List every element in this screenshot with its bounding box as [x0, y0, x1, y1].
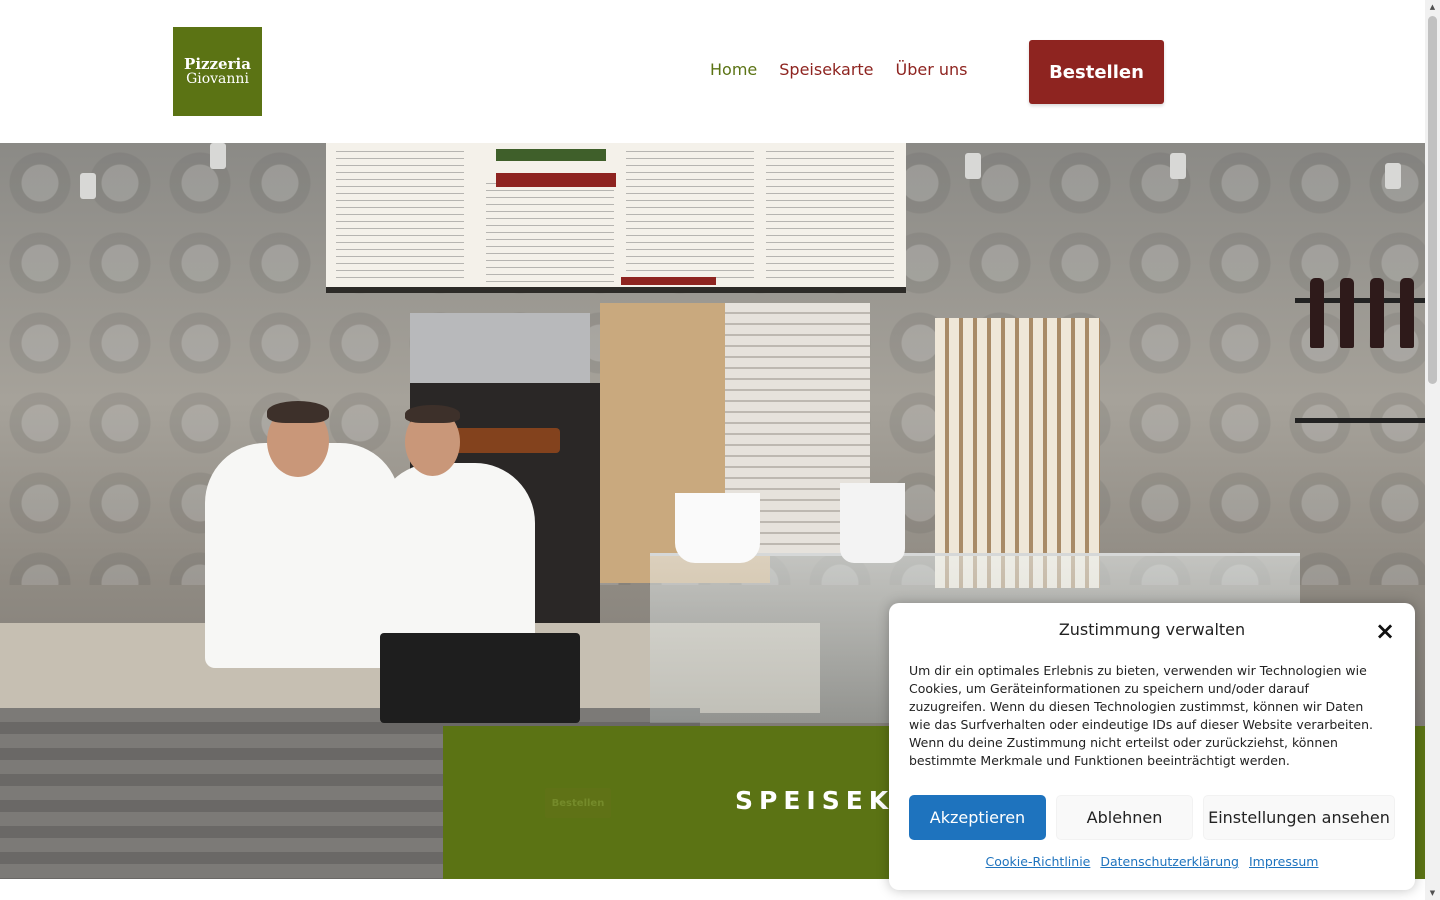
nav-ueber-uns[interactable]: Über uns: [896, 60, 968, 79]
imprint-link[interactable]: Impressum: [1249, 854, 1318, 869]
plate-stack: [675, 493, 760, 563]
spot-lamp: [80, 173, 96, 199]
main-navigation: Home Speisekarte Über uns: [710, 60, 968, 79]
wine-bottle: [1370, 278, 1384, 348]
menu-board-tag: [496, 173, 616, 187]
consent-links: Cookie-Richtlinie Datenschutzerklärung I…: [889, 854, 1415, 869]
consent-title: Zustimmung verwalten: [1058, 620, 1246, 639]
wine-bottle: [1310, 278, 1324, 348]
cookie-consent-dialog: Zustimmung verwalten × Um dir ein optima…: [889, 603, 1415, 890]
accept-button[interactable]: Akzeptieren: [909, 795, 1046, 840]
logo-text-line1: Pizzeria: [184, 55, 251, 73]
site-header: Pizzeria Giovanni Home Speisekarte Über …: [0, 0, 1425, 143]
spot-lamp: [965, 153, 981, 179]
privacy-policy-link[interactable]: Datenschutzerklärung: [1100, 854, 1239, 869]
menu-board-tag: [621, 277, 716, 285]
logo-text-line2: Giovanni: [186, 71, 249, 87]
nav-speisekarte[interactable]: Speisekarte: [779, 60, 873, 79]
scroll-up-arrow-icon[interactable]: ▲: [1425, 0, 1440, 14]
cookie-policy-link[interactable]: Cookie-Richtlinie: [986, 854, 1091, 869]
scroll-down-arrow-icon[interactable]: ▼: [1425, 886, 1440, 900]
oven-hood: [410, 313, 590, 383]
wine-shelf: [1295, 183, 1425, 523]
wine-bottle: [1400, 278, 1414, 348]
chef-right-hair: [405, 405, 460, 423]
menu-board-column: [336, 151, 464, 281]
nav-home[interactable]: Home: [710, 60, 757, 79]
menu-board-column: [626, 151, 754, 281]
chef-right: [375, 463, 535, 643]
chef-left: [205, 443, 400, 668]
menu-board-column: [766, 151, 894, 281]
menu-board: [326, 143, 906, 293]
order-button[interactable]: Bestellen: [1029, 40, 1164, 104]
menu-board-tag: [496, 149, 606, 161]
page-scrollbar[interactable]: ▲ ▼: [1425, 0, 1440, 900]
spot-lamp: [1170, 153, 1186, 179]
consent-message: Um dir ein optimales Erlebnis zu bieten,…: [909, 663, 1373, 768]
container-stack: [840, 483, 905, 563]
wood-slat-door: [935, 318, 1100, 588]
spot-lamp: [210, 143, 226, 169]
close-icon[interactable]: ×: [1373, 619, 1397, 643]
scrollbar-thumb[interactable]: [1428, 16, 1437, 384]
deny-button[interactable]: Ablehnen: [1056, 795, 1193, 840]
banner-order-button[interactable]: Bestellen: [545, 788, 611, 818]
wine-bottle: [1340, 278, 1354, 348]
site-logo[interactable]: Pizzeria Giovanni: [173, 27, 262, 116]
menu-board-column: [486, 183, 614, 283]
chef-left-hair: [267, 401, 329, 423]
cash-register: [380, 633, 580, 723]
view-preferences-button[interactable]: Einstellungen ansehen: [1203, 795, 1395, 840]
